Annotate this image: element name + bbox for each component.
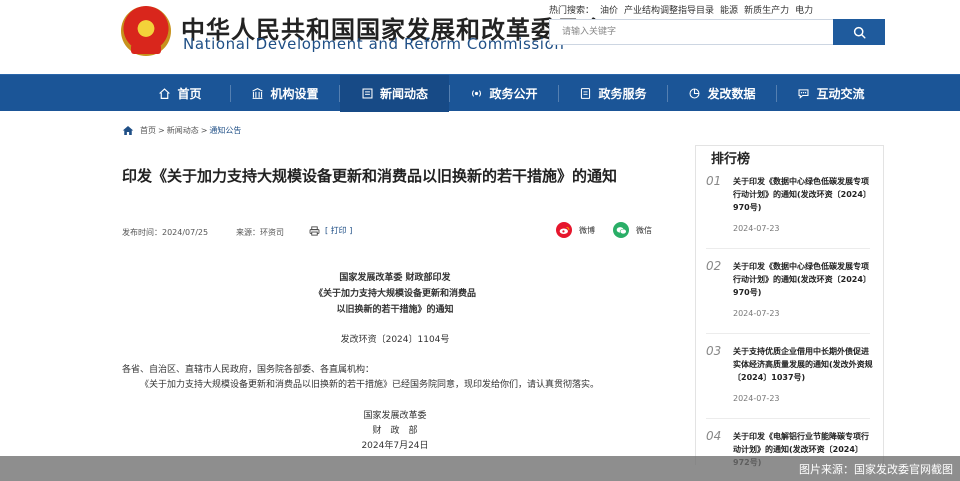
search-icon — [853, 26, 866, 39]
ranking-divider — [706, 333, 870, 334]
nav-item-news[interactable]: 新闻动态 — [340, 75, 449, 112]
ranking-item[interactable]: 01 关于印发《数据中心绿色低碳发展专项行动计划》的通知(发改环资〔2024〕9… — [706, 174, 874, 244]
breadcrumb-news[interactable]: 新闻动态 — [167, 125, 199, 136]
nav-label: 发改数据 — [707, 87, 756, 101]
hot-search-item[interactable]: 油价 — [600, 6, 618, 16]
chat-icon — [798, 89, 809, 99]
hot-search-item[interactable]: 电力 — [795, 6, 813, 16]
signature-date: 2024年7月24日 — [361, 441, 429, 451]
hot-search: 热门搜索： 油价 产业结构调整指导目录 能源 新质生产力 电力 — [549, 3, 819, 16]
nav-label: 政务公开 — [489, 87, 538, 101]
ranking-item-title[interactable]: 关于印发《数据中心绿色低碳发展专项行动计划》的通知(发改环资〔2024〕970号… — [733, 260, 873, 299]
nav-item-services[interactable]: 政务服务 — [559, 75, 667, 112]
printer-icon — [309, 225, 320, 236]
article-source: 来源：环资司 — [236, 228, 284, 237]
ranking-divider — [706, 248, 870, 249]
hot-search-item[interactable]: 能源 — [720, 6, 738, 16]
nav-item-data[interactable]: 发改数据 — [668, 75, 776, 112]
ranking-item-date: 2024-07-23 — [733, 309, 780, 318]
document-paragraph: 《关于加力支持大规模设备更新和消费品以旧换新的若干措施》已经国务院同意，现印发给… — [140, 380, 600, 390]
ranking-number: 04 — [706, 429, 722, 443]
main-nav: 首页 机构设置 新闻动态 政务公开 政务服务 发改数据 互动交流 — [0, 74, 960, 112]
breadcrumb-separator: > — [200, 126, 208, 135]
nav-label: 新闻动态 — [379, 87, 428, 101]
hot-search-item[interactable]: 产业结构调整指导目录 — [624, 6, 714, 16]
ranking-item-title[interactable]: 关于支持优质企业借用中长期外债促进实体经济高质量发展的通知(发改外资规〔2024… — [733, 345, 873, 384]
document-title-line1: 《关于加力支持大规模设备更新和消费品 — [313, 289, 476, 299]
ranking-divider — [706, 418, 870, 419]
publish-time: 发布时间：2024/07/25 — [122, 228, 209, 237]
breadcrumb-separator: > — [158, 126, 165, 135]
broadcast-icon — [472, 90, 482, 97]
ranking-number: 02 — [706, 259, 722, 273]
search-box — [549, 19, 885, 45]
signature-ndrc: 国家发展改革委 — [363, 411, 427, 421]
article-title: 印发《关于加力支持大规模设备更新和消费品以旧换新的若干措施》的通知 — [122, 167, 618, 185]
share-wechat-button[interactable]: 微信 — [613, 222, 652, 238]
breadcrumb-current[interactable]: 通知公告 — [209, 125, 241, 136]
search-input[interactable] — [550, 20, 835, 44]
print-button[interactable]: [ 打印 ] — [309, 225, 352, 236]
nav-item-organization[interactable]: 机构设置 — [231, 75, 339, 112]
site-title-en[interactable]: National Development and Reform Commissi… — [183, 35, 564, 53]
breadcrumb: 首页 > 新闻动态 > 通知公告 — [122, 125, 241, 136]
document-title-line2: 以旧换新的若干措施》的通知 — [336, 305, 454, 315]
ranking-item-date: 2024-07-23 — [733, 394, 780, 403]
breadcrumb-home[interactable]: 首页 — [140, 125, 156, 136]
nav-item-interaction[interactable]: 互动交流 — [777, 75, 885, 112]
ranking-item-date: 2024-07-23 — [733, 224, 780, 233]
document-issuers: 国家发展改革委 财政部印发 — [339, 273, 451, 283]
ranking-number: 01 — [706, 174, 722, 188]
ranking-item[interactable]: 03 关于支持优质企业借用中长期外债促进实体经济高质量发展的通知(发改外资规〔2… — [706, 344, 874, 414]
addressee: 各省、自治区、直辖市人民政府，国务院各部委、各直属机构： — [122, 365, 375, 375]
print-label: [ 打印 ] — [325, 226, 353, 235]
search-button[interactable] — [833, 19, 885, 45]
national-emblem-logo[interactable] — [121, 6, 171, 56]
wechat-icon — [613, 222, 629, 238]
share-weibo-label: 微博 — [579, 225, 595, 235]
ranking-title: 排行榜 — [695, 145, 884, 167]
site-header: 中华人民共和国国家发展和改革委员会 National Development a… — [0, 0, 960, 74]
document-icon — [581, 88, 591, 99]
home-icon[interactable] — [122, 125, 134, 136]
share-weibo-button[interactable]: 微博 — [556, 222, 595, 238]
nav-label: 互动交流 — [816, 87, 865, 101]
weibo-icon — [556, 222, 572, 238]
share-wechat-label: 微信 — [636, 225, 652, 235]
home-icon — [159, 88, 171, 99]
hot-search-label: 热门搜索： — [549, 6, 595, 16]
nav-label: 机构设置 — [270, 87, 319, 101]
nav-item-government-affairs[interactable]: 政务公开 — [450, 75, 558, 112]
image-source-text: 图片来源：国家发改委官网截图 — [799, 463, 953, 476]
news-icon — [362, 88, 373, 99]
ranking-item[interactable]: 02 关于印发《数据中心绿色低碳发展专项行动计划》的通知(发改环资〔2024〕9… — [706, 259, 874, 329]
building-icon — [252, 88, 264, 99]
document-number: 发改环资〔2024〕1104号 — [340, 335, 450, 345]
ranking-number: 03 — [706, 344, 722, 358]
hot-search-item[interactable]: 新质生产力 — [744, 6, 789, 16]
pie-chart-icon — [689, 88, 700, 99]
nav-item-home[interactable]: 首页 — [130, 75, 230, 112]
nav-label: 政务服务 — [598, 87, 647, 101]
signature-mof: 财 政 部 — [372, 426, 418, 436]
ranking-item-title[interactable]: 关于印发《数据中心绿色低碳发展专项行动计划》的通知(发改环资〔2024〕970号… — [733, 175, 873, 214]
image-source-watermark-bar: 图片来源：国家发改委官网截图 — [0, 456, 960, 481]
nav-label: 首页 — [177, 87, 202, 101]
